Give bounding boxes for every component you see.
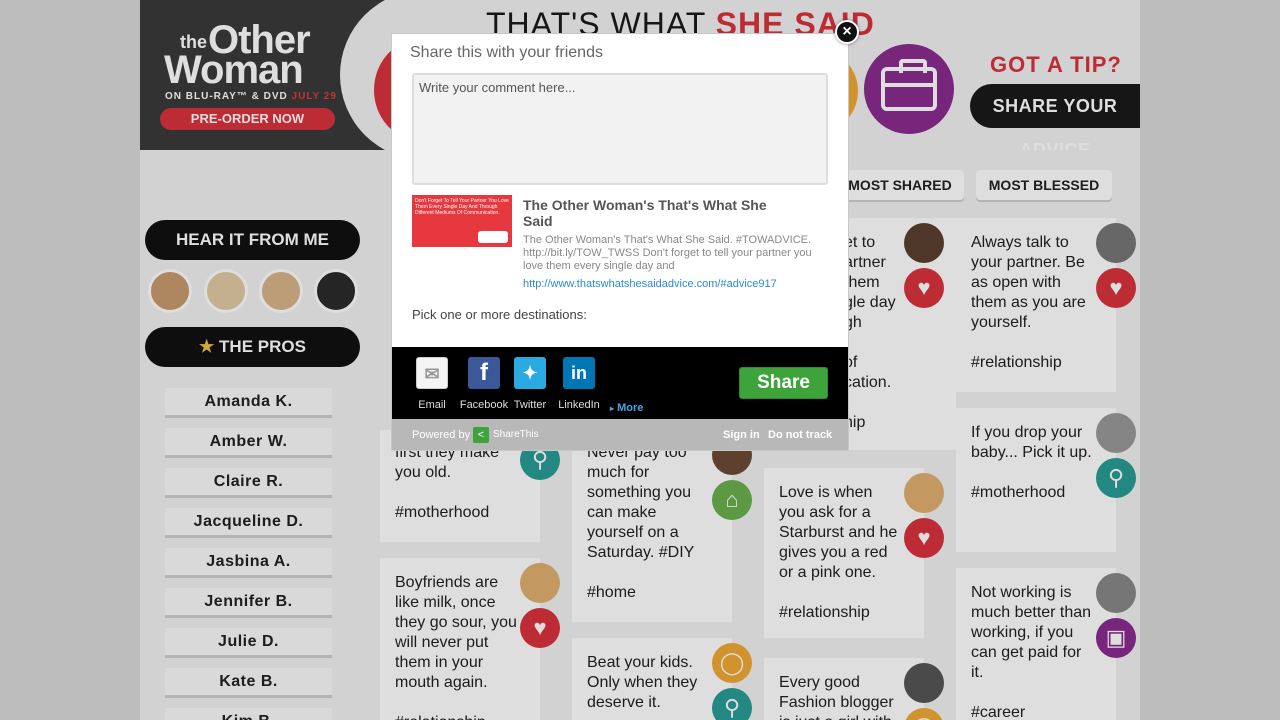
do-not-track-link[interactable]: Do not track [768,429,832,441]
sharethis-logo-icon: < [473,427,489,443]
linkedin-icon: in [563,357,595,389]
shared-content-thumbnail: Don't Forget To Tell Your Partner You Lo… [412,195,512,247]
snippet-url-link[interactable]: http://www.thatswhatshesaidadvice.com/#a… [523,278,777,290]
share-dialog-footer: Powered by < ShareThis Sign in Do not tr… [392,419,848,450]
share-dialog-title: Share this with your friends [410,44,603,61]
thumbnail-text: Don't Forget To Tell Your Partner You Lo… [415,198,509,216]
more-destinations-link[interactable]: ▸ More [610,402,643,414]
pick-destinations-label: Pick one or more destinations: [412,307,587,322]
twitter-icon: ✦ [514,357,546,389]
destination-facebook-label: Facebook [459,399,509,411]
destination-facebook[interactable]: f Facebook [459,357,509,411]
destination-twitter[interactable]: ✦ Twitter [512,357,548,411]
thumbnail-logo [478,231,508,243]
sign-in-link[interactable]: Sign in [723,429,760,441]
destination-email[interactable]: ✉ Email [414,357,450,411]
snippet-title: The Other Woman's That's What She Said [523,197,767,229]
comment-input[interactable] [412,73,828,185]
destination-linkedin-label: LinkedIn [558,399,600,411]
share-dialog: Share this with your friends Don't Forge… [392,34,848,450]
destination-linkedin[interactable]: in LinkedIn [557,357,601,411]
snippet-description: The Other Woman's That's What She Said. … [523,234,812,272]
close-icon[interactable]: × [835,20,859,44]
sharethis-brand[interactable]: ShareThis [493,429,539,440]
envelope-icon: ✉ [416,357,448,389]
destinations-bar: ✉ Email f Facebook ✦ Twitter in LinkedIn… [392,347,848,419]
facebook-icon: f [468,357,500,389]
share-button[interactable]: Share [739,367,828,399]
more-label: More [617,402,644,414]
destination-email-label: Email [418,399,446,411]
destination-twitter-label: Twitter [513,399,547,411]
powered-by-label: Powered by [412,429,471,441]
chevron-right-icon: ▸ [610,404,615,413]
